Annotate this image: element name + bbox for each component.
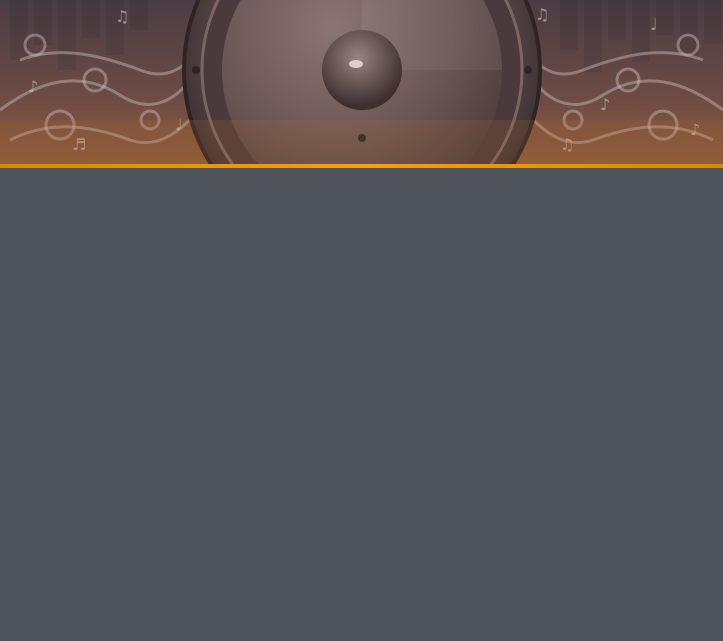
banner-artwork: ♫ ♪ ♩ ♫ ♪ ♬ ♫ ♪ ♩ ♬ ♪ ♫ [0,0,723,164]
main-content-area [0,168,723,641]
page: ♫ ♪ ♩ ♫ ♪ ♬ ♫ ♪ ♩ ♬ ♪ ♫ [0,0,723,641]
svg-text:♫: ♫ [535,5,549,24]
svg-text:♩: ♩ [650,15,658,34]
svg-text:♫: ♫ [115,7,129,26]
svg-text:♪: ♪ [28,77,38,96]
svg-text:♪: ♪ [600,95,610,114]
header-banner: ♫ ♪ ♩ ♫ ♪ ♬ ♫ ♪ ♩ ♬ ♪ ♫ [0,0,723,164]
